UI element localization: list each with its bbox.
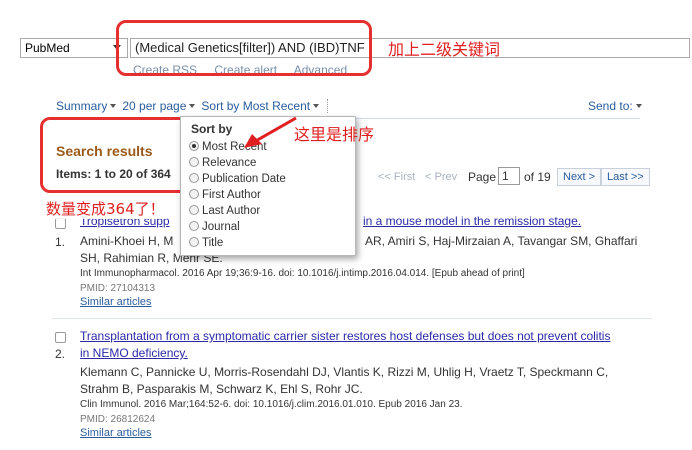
count-annotation: 数量变成364了！ [44,198,167,219]
sort-option-label: Publication Date [202,173,286,185]
chevron-down-icon [110,104,117,109]
sort-annotation: 这里是排序 [294,125,375,144]
article-citation: Int Immunopharmacol. 2016 Apr 19;36:9-16… [80,268,525,279]
sort-option-journal[interactable]: Journal [189,221,240,233]
sort-menu-title: Sort by [191,122,233,136]
sort-option-label: Journal [202,221,240,233]
article-pmid: PMID: 27104313 [80,283,156,294]
sort-dropdown[interactable]: Sort by Most Recent [201,99,329,113]
sort-option-publication-date[interactable]: Publication Date [189,173,286,185]
article-authors: Amini-Khoei H, M [80,234,174,248]
sort-option-title[interactable]: Title [189,237,223,249]
page-label: Page [468,170,497,184]
article-number: 1. [55,235,66,249]
article-checkbox[interactable] [55,218,66,229]
sort-option-label: First Author [202,189,261,201]
row-divider [52,318,652,319]
database-select-value: PubMed [25,41,70,55]
display-toolbar: Summary 20 per page Sort by Most Recent [56,99,329,113]
summary-label: Summary [56,99,108,113]
article-citation: Clin Immunol. 2016 Mar;164:52-6. doi: 10… [80,399,463,410]
radio-selected-icon [189,141,199,151]
radio-icon [189,205,199,215]
first-page-link[interactable]: << First [378,171,415,183]
article-pmid: PMID: 26812624 [80,414,156,425]
per-page-label: 20 per page [122,99,187,113]
page-total: of 19 [524,170,551,184]
database-select[interactable]: PubMed [20,38,128,58]
article-number: 2. [55,347,66,361]
radio-icon [189,221,199,231]
similar-articles-link[interactable]: Similar articles [80,296,152,308]
page-number-input[interactable]: 1 [498,167,520,185]
sort-option-relevance[interactable]: Relevance [189,157,256,169]
article-title-link[interactable]: Transplantation from a symptomatic carri… [80,327,610,345]
next-page-button[interactable]: Next > [557,168,602,186]
keyword-annotation: 加上二级关键词 [388,40,501,59]
query-highlight-box [116,20,372,76]
article-authors: Klemann C, Pannicke U, Morris-Rosendahl … [80,365,609,379]
article-authors-end: AR, Amiri S, Haj-Mirzaian A, Tavangar SM… [365,234,638,248]
count-highlight-box [40,117,190,193]
article-checkbox[interactable] [55,332,66,343]
article-authors-line2: Strahm B, Pasparakis M, Schwarz K, Ehl S… [80,382,363,396]
last-page-button[interactable]: Last >> [601,168,650,186]
summary-dropdown[interactable]: Summary [56,99,122,113]
similar-articles-link[interactable]: Similar articles [80,427,152,439]
article-title-link-line2[interactable]: in NEMO deficiency. [80,344,188,362]
sort-option-last-author[interactable]: Last Author [189,205,260,217]
sort-label: Sort by Most Recent [201,99,311,113]
article-title-link-end[interactable]: in a mouse model in the remission stage. [363,212,581,230]
radio-icon [189,157,199,167]
prev-page-link[interactable]: < Prev [425,171,457,183]
sort-option-label: Last Author [202,205,261,217]
arrow-icon [244,116,297,148]
per-page-dropdown[interactable]: 20 per page [122,99,201,113]
radio-icon [189,173,199,183]
send-to-label: Send to: [588,99,633,113]
radio-icon [189,237,199,247]
send-to-dropdown[interactable]: Send to: [588,99,648,113]
chevron-down-icon [313,104,320,109]
chevron-down-icon [635,104,642,109]
radio-icon [189,189,199,199]
chevron-down-icon [189,104,196,109]
sort-option-label: Title [202,237,224,249]
sort-option-first-author[interactable]: First Author [189,189,261,201]
sort-option-label: Relevance [202,157,257,169]
